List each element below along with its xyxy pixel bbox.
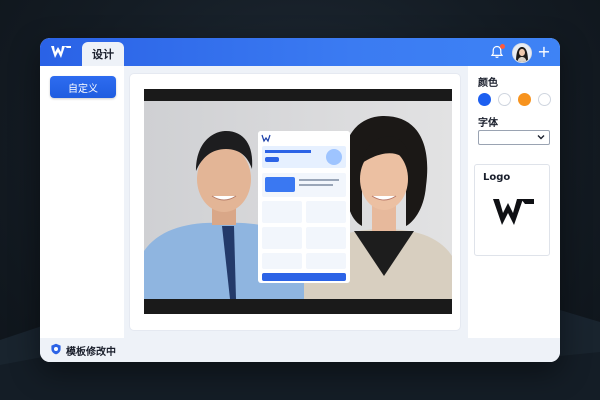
right-panel: 颜色 字体 Logo — [468, 66, 560, 338]
logo-card[interactable]: Logo — [474, 164, 550, 256]
app-window: 设计 + 自定义 颜色 字体 Logo 模板修改中 — [40, 38, 560, 362]
color-section-title: 颜色 — [478, 78, 498, 89]
design-canvas — [130, 74, 460, 330]
color-swatch-orange[interactable] — [518, 93, 531, 106]
custom-button[interactable]: 自定义 — [50, 76, 116, 98]
chevron-down-icon — [537, 135, 545, 140]
app-mockup — [258, 131, 350, 283]
avatar[interactable] — [512, 43, 532, 63]
title-bar: 设计 + — [40, 38, 560, 66]
color-swatch-white[interactable] — [498, 93, 511, 106]
notification-dot — [500, 44, 505, 49]
photo-content — [144, 101, 452, 299]
tab-design[interactable]: 设计 — [82, 42, 124, 66]
people-photo — [144, 101, 452, 299]
status-text: 模板修改中 — [66, 347, 116, 358]
wps-logo-icon — [493, 199, 534, 225]
wps-logo-icon[interactable] — [50, 44, 72, 60]
left-panel: 自定义 — [40, 66, 124, 338]
font-select[interactable] — [478, 130, 550, 145]
logo-section-title: Logo — [483, 172, 511, 183]
tab-design-label: 设计 — [92, 48, 114, 61]
color-swatch-white-2[interactable] — [538, 93, 551, 106]
color-swatch-blue[interactable] — [478, 93, 491, 106]
font-section-title: 字体 — [478, 118, 498, 129]
plus-icon[interactable]: + — [536, 44, 552, 60]
avatar-person-icon — [513, 44, 531, 62]
status-bar: 模板修改中 — [40, 338, 560, 362]
canvas-image[interactable] — [144, 89, 452, 314]
shield-icon — [51, 343, 61, 355]
